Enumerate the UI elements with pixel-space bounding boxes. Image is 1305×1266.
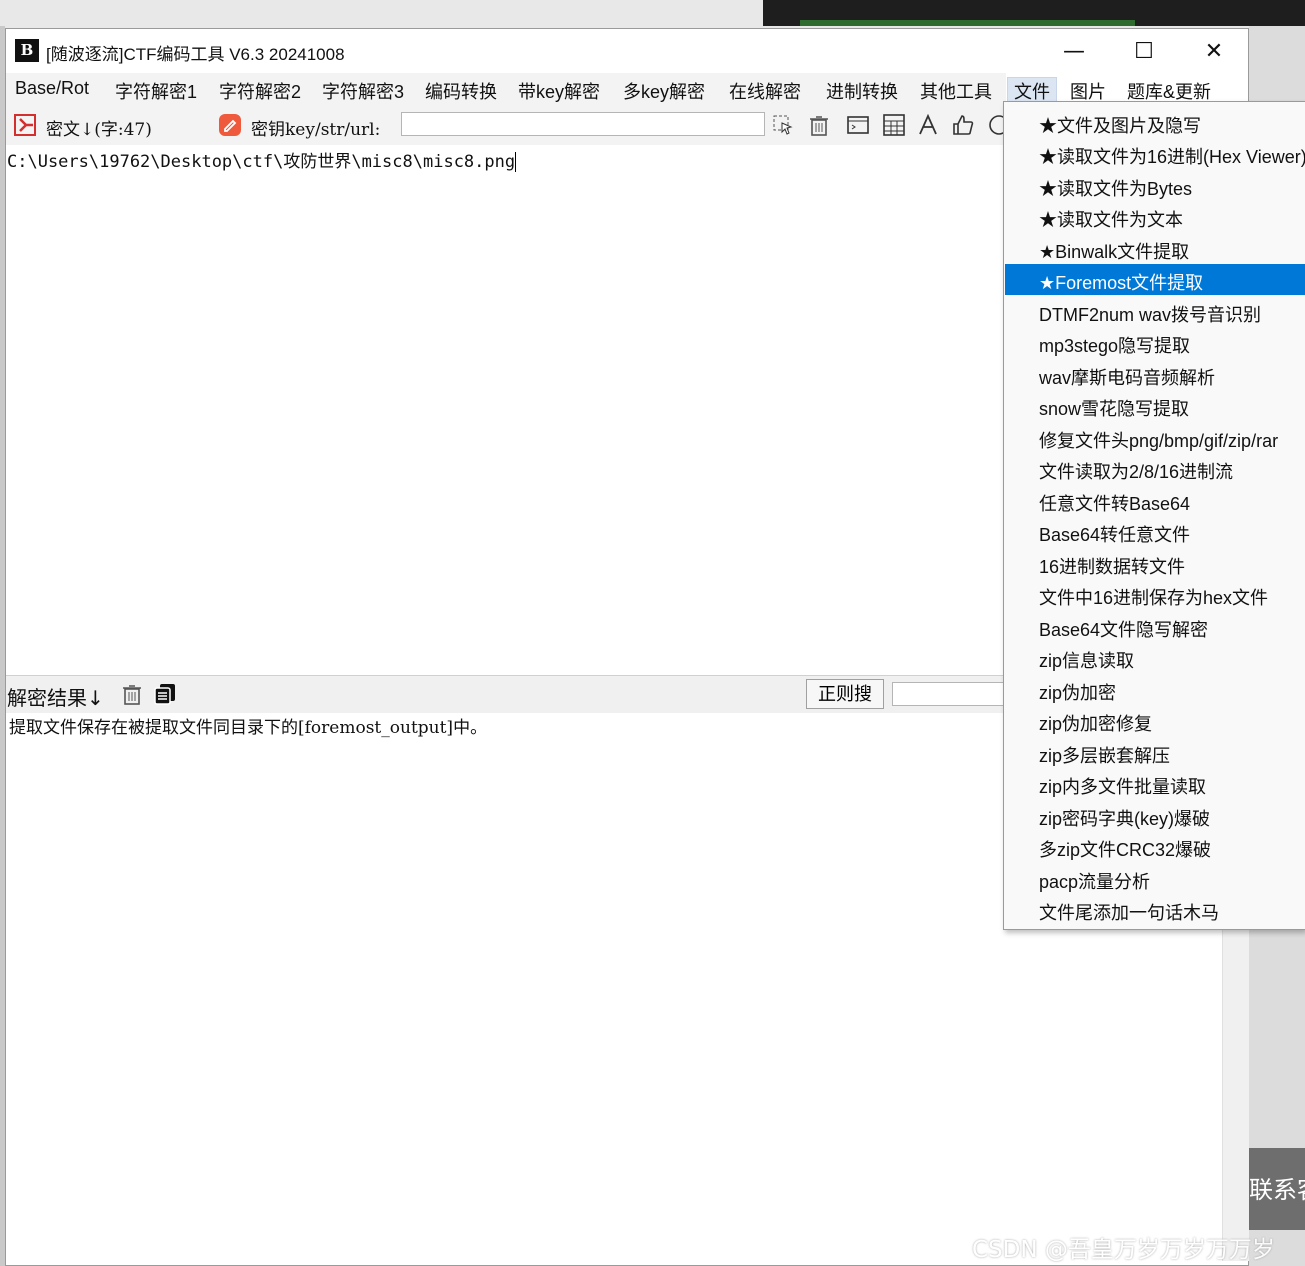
file-menu-item[interactable]: wav摩斯电码音频解析	[1005, 359, 1305, 390]
regex-search-input[interactable]	[892, 682, 1004, 706]
result-header-bar: 解密结果↓ 正则搜	[6, 675, 1004, 714]
file-menu-item[interactable]: Base64文件隐写解密	[1005, 611, 1305, 642]
result-text: 提取文件保存在被提取文件同目录下的[foremost_output]中。	[9, 718, 488, 738]
menu-encoding-convert[interactable]: 编码转换	[425, 78, 497, 104]
menu-char-decrypt-1[interactable]: 字符解密1	[115, 78, 197, 104]
file-menu-item[interactable]: zip信息读取	[1005, 642, 1305, 673]
calculator-icon[interactable]	[882, 113, 906, 137]
menu-multikey-decrypt[interactable]: 多key解密	[623, 78, 705, 104]
file-menu-item[interactable]: ★读取文件为文本	[1005, 201, 1305, 232]
background-green-strip	[800, 20, 1135, 26]
menu-key-decrypt[interactable]: 带key解密	[518, 78, 600, 104]
file-menu-item[interactable]: zip伪加密	[1005, 674, 1305, 705]
file-menu-item[interactable]: ★读取文件为Bytes	[1005, 170, 1305, 201]
file-menu-item[interactable]: snow雪花隐写提取	[1005, 390, 1305, 421]
font-icon[interactable]	[916, 113, 940, 137]
file-menu-item[interactable]: 文件尾添加一句话木马	[1005, 894, 1305, 925]
import-arrow-icon[interactable]	[13, 113, 37, 137]
csdn-watermark: CSDN @吾皇万岁万岁万万岁	[972, 1237, 1275, 1263]
trash-icon[interactable]	[807, 113, 831, 137]
menu-base-rot[interactable]: Base/Rot	[15, 78, 89, 99]
menu-other-tools[interactable]: 其他工具	[920, 78, 992, 104]
text-caret	[515, 152, 517, 172]
file-menu-item[interactable]: 任意文件转Base64	[1005, 485, 1305, 516]
file-dropdown-menu: ★文件及图片及隐写 ★读取文件为16进制(Hex Viewer) ★读取文件为B…	[1003, 101, 1305, 930]
menu-base-convert[interactable]: 进制转换	[826, 78, 898, 104]
cipher-textarea[interactable]: C:\Users\19762\Desktop\ctf\攻防世界\misc8\mi…	[6, 145, 1004, 675]
file-menu-item-selected[interactable]: ★Foremost文件提取	[1005, 264, 1305, 295]
result-scrollbar[interactable]	[1222, 925, 1249, 1261]
file-menu-item[interactable]: 文件读取为2/8/16进制流	[1005, 453, 1305, 484]
file-menu-item[interactable]: ★Binwalk文件提取	[1005, 233, 1305, 264]
file-menu-item[interactable]: 文件中16进制保存为hex文件	[1005, 579, 1305, 610]
cipher-label: 密文↓(字:47)	[46, 120, 152, 140]
file-menu-item[interactable]: ★读取文件为16进制(Hex Viewer)	[1005, 138, 1305, 169]
file-menu-item[interactable]: ★文件及图片及隐写	[1005, 107, 1305, 138]
title-bar: B [随波逐流]CTF编码工具 V6.3 20241008 — ☐ ✕	[6, 29, 1248, 73]
file-menu-item[interactable]: zip伪加密修复	[1005, 705, 1305, 736]
file-menu-item[interactable]: pacp流量分析	[1005, 863, 1305, 894]
menu-bar: Base/Rot 字符解密1 字符解密2 字符解密3 编码转换 带key解密 多…	[6, 73, 1211, 105]
app-logo-icon: B	[15, 39, 39, 62]
file-menu-item[interactable]: DTMF2num wav拨号音识别	[1005, 296, 1305, 327]
file-menu-item[interactable]: zip内多文件批量读取	[1005, 768, 1305, 799]
key-input[interactable]	[401, 112, 765, 136]
cipher-text: C:\Users\19762\Desktop\ctf\攻防世界\misc8\mi…	[7, 147, 517, 172]
window-title: [随波逐流]CTF编码工具 V6.3 20241008	[46, 45, 345, 64]
regex-search-button[interactable]: 正则搜	[806, 679, 884, 709]
toolbar: 密文↓(字:47) 密钥key/str/url:	[6, 103, 1009, 146]
select-cursor-icon[interactable]	[771, 113, 795, 137]
file-menu-item[interactable]: zip密码字典(key)爆破	[1005, 800, 1305, 831]
minimize-button[interactable]: —	[1039, 29, 1109, 73]
menu-char-decrypt-3[interactable]: 字符解密3	[322, 78, 404, 104]
result-label: 解密结果↓	[7, 686, 104, 710]
result-trash-icon[interactable]	[120, 682, 144, 706]
terminal-icon[interactable]	[846, 113, 870, 137]
menu-online-decrypt[interactable]: 在线解密	[729, 78, 801, 104]
thumbs-up-icon[interactable]	[951, 113, 975, 137]
file-menu-item[interactable]: 多zip文件CRC32爆破	[1005, 831, 1305, 862]
file-menu-item[interactable]: 修复文件头png/bmp/gif/zip/rar	[1005, 422, 1305, 453]
background-contact-text: 联系客	[1249, 1176, 1305, 1204]
copy-icon[interactable]	[153, 682, 177, 706]
cipher-path: C:\Users\19762\Desktop\ctf\攻防世界\misc8\mi…	[7, 152, 516, 172]
file-menu-item[interactable]: mp3stego隐写提取	[1005, 327, 1305, 358]
key-label: 密钥key/str/url:	[251, 120, 381, 140]
file-menu-item[interactable]: Base64转任意文件	[1005, 516, 1305, 547]
maximize-button[interactable]: ☐	[1109, 29, 1179, 73]
pencil-key-icon[interactable]	[218, 113, 242, 137]
menu-char-decrypt-2[interactable]: 字符解密2	[219, 78, 301, 104]
file-menu-item[interactable]: 16进制数据转文件	[1005, 548, 1305, 579]
file-menu-item[interactable]: zip多层嵌套解压	[1005, 737, 1305, 768]
close-button[interactable]: ✕	[1179, 29, 1249, 73]
